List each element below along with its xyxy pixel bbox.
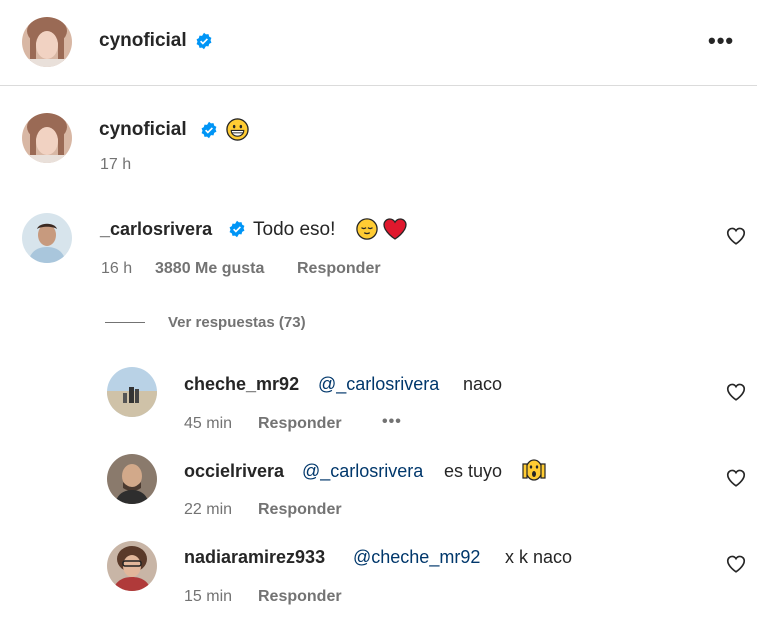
view-replies-button[interactable]: Ver respuestas (73) (168, 314, 306, 331)
comment-reply-button[interactable]: Responder (297, 260, 381, 278)
reply-author-avatar[interactable] (107, 367, 157, 417)
reply-mention-link[interactable]: @cheche_mr92 (353, 547, 480, 568)
like-comment-heart-icon[interactable] (725, 225, 747, 247)
author-username[interactable]: cynoficial (99, 30, 187, 52)
reply-mention-link[interactable]: @_carlosrivera (318, 374, 439, 395)
post-header: cynoficial ••• (0, 0, 757, 86)
reply-timestamp[interactable]: 15 min (184, 588, 232, 606)
like-reply-heart-icon[interactable] (725, 381, 747, 403)
reply-author-username[interactable]: occielrivera (184, 461, 284, 482)
like-reply-heart-icon[interactable] (725, 553, 747, 575)
reply-timestamp[interactable]: 22 min (184, 501, 232, 519)
reply-button[interactable]: Responder (258, 588, 342, 606)
author-avatar[interactable] (22, 17, 72, 67)
reply-timestamp[interactable]: 45 min (184, 415, 232, 433)
like-reply-heart-icon[interactable] (725, 467, 747, 489)
face-screaming-in-fear-icon (521, 458, 547, 482)
caption-timestamp[interactable]: 17 h (100, 156, 131, 174)
reply-author-username[interactable]: cheche_mr92 (184, 374, 299, 395)
relieved-face-icon (356, 218, 378, 240)
comment-likes-count[interactable]: 3880 Me gusta (155, 260, 264, 278)
commenter-avatar[interactable] (22, 213, 72, 263)
commenter-username[interactable]: _carlosrivera (100, 219, 212, 240)
reply-button[interactable]: Responder (258, 415, 342, 433)
red-heart-icon (382, 217, 408, 241)
reply-text: es tuyo (444, 461, 503, 481)
reply-author-avatar[interactable] (107, 541, 157, 591)
verified-badge-icon (200, 121, 218, 139)
reply-author-username[interactable]: nadiaramirez933 (184, 547, 325, 568)
caption-author-username[interactable]: cynoficial (99, 119, 187, 141)
verified-badge-icon (228, 220, 246, 238)
reply-text: naco (463, 374, 503, 394)
verified-badge-icon (195, 32, 213, 50)
replies-divider-line (105, 322, 145, 323)
reply-text: x k naco (505, 547, 573, 567)
reply-button[interactable]: Responder (258, 501, 342, 519)
more-options-button[interactable]: ••• (708, 28, 734, 54)
reply-mention-link[interactable]: @_carlosrivera (302, 461, 423, 482)
grinning-face-icon (226, 118, 249, 141)
caption-author-avatar[interactable] (22, 113, 72, 163)
reply-more-options-button[interactable]: ••• (382, 413, 402, 431)
reply-author-avatar[interactable] (107, 454, 157, 504)
comment-timestamp[interactable]: 16 h (101, 260, 132, 278)
comment-text: Todo eso! (253, 219, 336, 240)
